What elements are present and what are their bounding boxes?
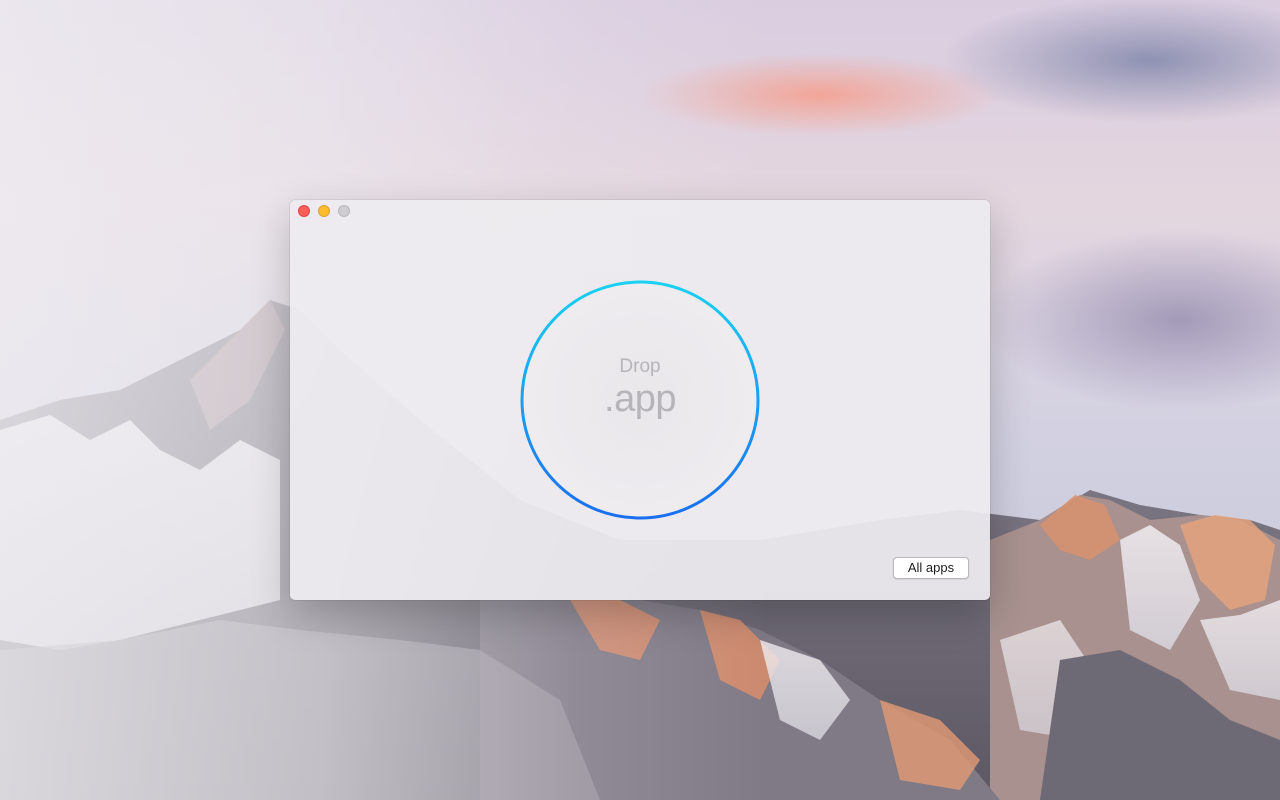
all-apps-button[interactable]: All apps	[893, 557, 969, 579]
app-extension-label: .app	[604, 378, 676, 420]
app-window: Drop .app All apps	[290, 200, 990, 600]
desktop: Drop .app All apps	[0, 0, 1280, 800]
window-controls	[298, 205, 350, 217]
zoom-button[interactable]	[338, 205, 350, 217]
app-drop-zone[interactable]: Drop .app	[520, 280, 760, 520]
drop-label: Drop	[619, 356, 661, 377]
minimize-button[interactable]	[318, 205, 330, 217]
close-button[interactable]	[298, 205, 310, 217]
